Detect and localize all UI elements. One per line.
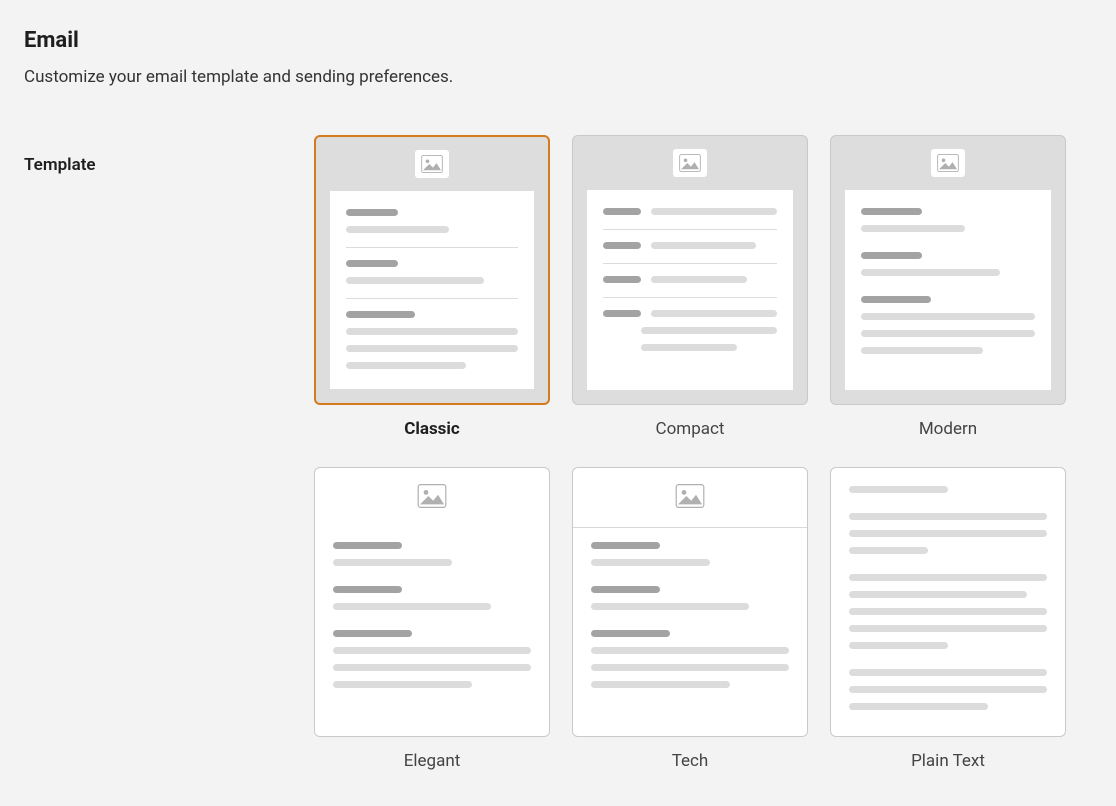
- template-preview-elegant: [314, 467, 550, 737]
- template-preview-tech: [572, 467, 808, 737]
- template-option-tech[interactable]: Tech: [572, 467, 808, 771]
- template-option-modern[interactable]: Modern: [830, 135, 1066, 439]
- template-option-compact[interactable]: Compact: [572, 135, 808, 439]
- template-label-classic: Classic: [404, 419, 460, 439]
- page-subtitle: Customize your email template and sendin…: [24, 67, 1092, 87]
- template-preview-header: [573, 468, 807, 528]
- templates-grid: Classic: [314, 135, 1066, 771]
- image-icon: [417, 484, 447, 512]
- template-preview-body: [330, 191, 534, 389]
- template-label-modern: Modern: [919, 419, 977, 439]
- template-preview-body: [587, 190, 793, 390]
- template-option-elegant[interactable]: Elegant: [314, 467, 550, 771]
- page-title: Email: [24, 28, 1092, 53]
- template-preview-plain-text: [830, 467, 1066, 737]
- image-icon: [673, 149, 707, 177]
- template-preview-compact: [572, 135, 808, 405]
- template-label-elegant: Elegant: [404, 751, 461, 771]
- template-preview-classic: [314, 135, 550, 405]
- template-preview-body: [573, 528, 807, 736]
- template-preview-body: [831, 468, 1065, 736]
- template-label-plain-text: Plain Text: [911, 751, 985, 771]
- template-preview-body: [315, 528, 549, 736]
- image-icon: [415, 150, 449, 178]
- template-label-compact: Compact: [656, 419, 725, 439]
- template-preview-header: [831, 136, 1065, 190]
- template-preview-header: [316, 137, 548, 191]
- template-option-plain-text[interactable]: Plain Text: [830, 467, 1066, 771]
- template-preview-header: [315, 468, 549, 528]
- template-preview-body: [845, 190, 1051, 390]
- template-option-classic[interactable]: Classic: [314, 135, 550, 439]
- template-preview-modern: [830, 135, 1066, 405]
- image-icon: [675, 484, 705, 512]
- template-preview-header: [573, 136, 807, 190]
- template-label-tech: Tech: [672, 751, 709, 771]
- template-field-label: Template: [24, 135, 314, 175]
- image-icon: [931, 149, 965, 177]
